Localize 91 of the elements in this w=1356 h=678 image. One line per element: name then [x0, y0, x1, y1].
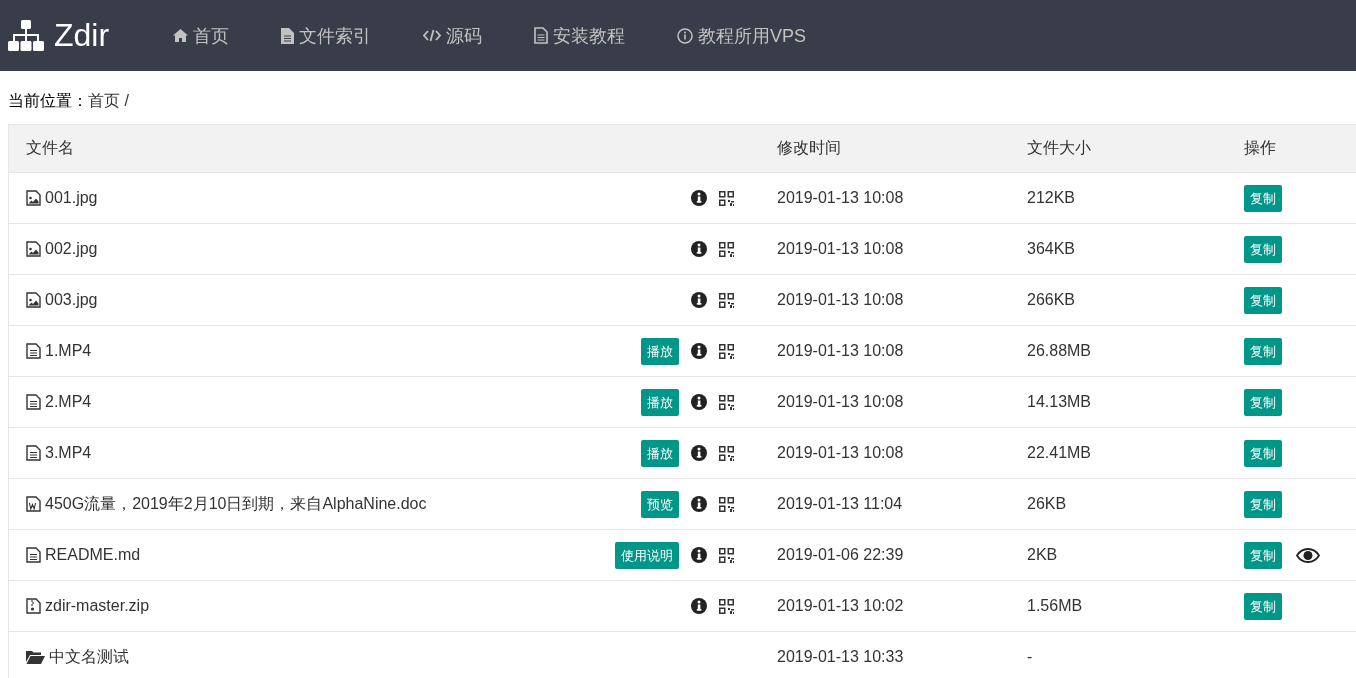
column-header: 文件名 [25, 138, 75, 158]
text-file-icon [26, 343, 41, 359]
qr-code-icon[interactable] [719, 496, 734, 512]
qr-code-icon[interactable] [719, 241, 734, 257]
folder-name[interactable]: 中文名测试 [49, 646, 129, 668]
info-icon[interactable] [691, 394, 707, 410]
copy-button[interactable]: 复制 [1244, 541, 1282, 569]
copy-button[interactable]: 复制 [1244, 592, 1282, 620]
image-file-icon [26, 190, 41, 206]
table-cell-text: 2019-01-06 22:39 [776, 546, 905, 564]
table-cell-text: 1.56MB [1026, 597, 1084, 615]
info-icon[interactable] [691, 190, 707, 206]
file-name[interactable]: 1.MP4 [45, 342, 92, 360]
breadcrumb-label: 当前位置： [8, 92, 88, 109]
table-cell-text: 2019-01-13 10:08 [776, 342, 905, 360]
nav-link[interactable]: 教程所用VPS [651, 0, 833, 71]
table-cell-text: 26KB [1026, 495, 1068, 513]
info-icon[interactable] [691, 292, 707, 308]
table-cell-text: 364KB [1026, 240, 1077, 258]
nav-link[interactable]: 文件索引 [255, 0, 398, 71]
home-icon [173, 29, 189, 42]
copy-button[interactable]: 复制 [1244, 439, 1282, 467]
qr-code-icon[interactable] [719, 547, 734, 563]
breadcrumb-link[interactable]: 首页 / [88, 92, 129, 109]
nav-link[interactable]: 安装教程 [508, 0, 652, 71]
copy-button[interactable]: 复制 [1244, 337, 1282, 365]
table-cell-text: - [1026, 648, 1034, 666]
nav-link[interactable]: 首页 [147, 0, 256, 71]
image-file-icon [26, 292, 41, 308]
column-header: 文件大小 [1026, 138, 1092, 158]
table-cell-text: 2019-01-13 10:08 [776, 393, 905, 411]
table-cell-text: 212KB [1026, 189, 1077, 207]
qr-code-icon[interactable] [719, 598, 734, 614]
table-cell-text: 2019-01-13 10:33 [776, 648, 905, 666]
qr-code-icon[interactable] [719, 445, 734, 461]
brand-name[interactable]: Zdir [54, 17, 110, 54]
info-icon[interactable] [691, 547, 707, 563]
qr-code-icon[interactable] [719, 394, 734, 410]
text-file-icon [26, 445, 41, 461]
nav-link[interactable]: 源码 [397, 0, 509, 71]
file-name[interactable]: 002.jpg [45, 240, 98, 258]
copy-button[interactable]: 复制 [1244, 388, 1282, 416]
qr-code-icon[interactable] [719, 343, 734, 359]
info-icon[interactable] [691, 445, 707, 461]
table-cell-text: 2KB [1026, 546, 1059, 564]
image-file-icon [26, 241, 41, 257]
code-icon [423, 29, 442, 42]
action-button[interactable]: 播放 [641, 439, 679, 467]
document-icon [534, 27, 549, 44]
file-name[interactable]: 001.jpg [45, 189, 98, 207]
copy-button[interactable]: 复制 [1244, 286, 1282, 314]
text-file-icon [26, 394, 41, 410]
table-cell-text: 14.13MB [1026, 393, 1093, 411]
copy-button[interactable]: 复制 [1244, 490, 1282, 518]
copy-button[interactable]: 复制 [1244, 184, 1282, 212]
action-button[interactable]: 播放 [641, 337, 679, 365]
column-header: 修改时间 [776, 138, 842, 158]
qr-code-icon[interactable] [719, 292, 734, 308]
table-cell-text: 2019-01-13 10:08 [776, 189, 905, 207]
table-cell-text: 26.88MB [1026, 342, 1093, 360]
table-cell-text: 2019-01-13 10:08 [776, 444, 905, 462]
table-cell-text: 266KB [1026, 291, 1077, 309]
copy-button[interactable]: 复制 [1244, 235, 1282, 263]
table-cell-text: 2019-01-13 10:02 [776, 597, 905, 615]
info-icon[interactable] [691, 598, 707, 614]
zip-file-icon [26, 598, 41, 614]
action-button[interactable]: 播放 [641, 388, 679, 416]
action-button[interactable]: 使用说明 [615, 541, 679, 569]
word-file-icon [26, 496, 41, 512]
folder-icon [26, 650, 45, 664]
sitemap-icon [8, 19, 44, 52]
info-icon [677, 27, 694, 44]
table-cell-text: 2019-01-13 10:08 [776, 240, 905, 258]
file-name[interactable]: 003.jpg [45, 291, 98, 309]
text-file-icon [26, 547, 41, 563]
eye-icon[interactable] [1296, 547, 1320, 563]
file-name[interactable]: 2.MP4 [45, 393, 92, 411]
qr-code-icon[interactable] [719, 190, 734, 206]
action-button[interactable]: 预览 [641, 490, 679, 518]
info-icon[interactable] [691, 241, 707, 257]
file-name[interactable]: zdir-master.zip [45, 597, 150, 615]
file-name[interactable]: README.md [45, 546, 141, 564]
column-header: 操作 [1243, 138, 1277, 158]
info-icon[interactable] [691, 343, 707, 359]
table-cell-text: 22.41MB [1026, 444, 1093, 462]
table-cell-text: 2019-01-13 11:04 [776, 495, 904, 513]
file-name[interactable]: 450G流量，2019年2月10日到期，来自AlphaNine.doc [45, 493, 427, 515]
document-icon [281, 27, 295, 44]
info-icon[interactable] [691, 496, 707, 512]
table-cell-text: 2019-01-13 10:08 [776, 291, 905, 309]
file-name[interactable]: 3.MP4 [45, 444, 92, 462]
